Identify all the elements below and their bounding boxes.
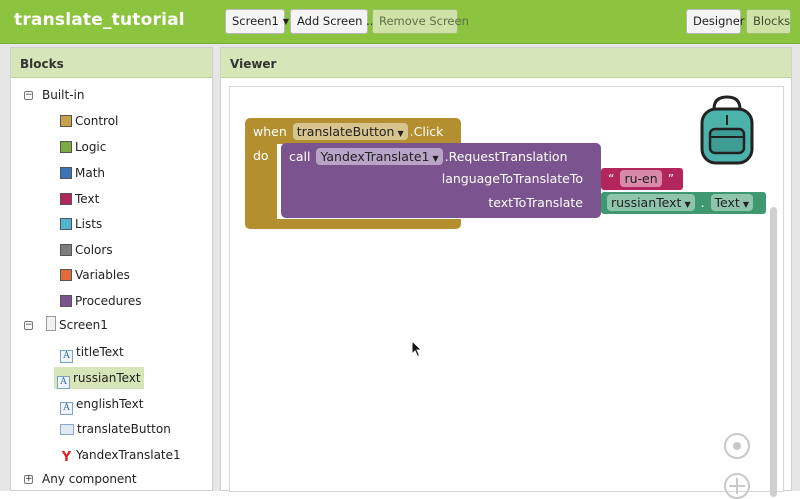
- text-block[interactable]: “ ru-en ”: [601, 168, 683, 190]
- builtin-item-label: Math: [75, 166, 106, 180]
- button-icon: [60, 424, 74, 435]
- component-item-label: titleText: [76, 345, 124, 359]
- builtin-item-label: Text: [75, 192, 100, 206]
- blocks-panel: Blocks − Built-in Control Logic Math Text Li…: [10, 47, 213, 491]
- drawer-color-swatch: [60, 193, 72, 205]
- builtin-item-colors[interactable]: Colors: [60, 239, 113, 261]
- builtin-item-logic[interactable]: Logic: [60, 136, 106, 158]
- viewer-panel-header: Viewer: [221, 48, 791, 78]
- component-item-translatebutton[interactable]: translateButton: [60, 418, 171, 440]
- getter-dot: .: [700, 195, 705, 210]
- component-item-label: translateButton: [77, 422, 171, 436]
- call-block[interactable]: call YandexTranslate1 ▼ .RequestTranslatio…: [281, 143, 601, 218]
- component-item-russiantext[interactable]: ArussianText: [54, 367, 144, 389]
- getter-block[interactable]: russianText ▼ . Text ▼: [601, 192, 766, 214]
- builtin-item-control[interactable]: Control: [60, 110, 118, 132]
- drawer-color-swatch: [60, 141, 72, 153]
- chevron-down-icon: ▼: [742, 200, 749, 209]
- open-quote: “: [608, 171, 615, 186]
- text-label-icon: A: [57, 376, 70, 389]
- event-name-label: .Click: [409, 124, 444, 139]
- project-title: translate_tutorial: [14, 10, 185, 30]
- component-item-label: englishText: [76, 397, 144, 411]
- builtin-item-procedures[interactable]: Procedures: [60, 290, 142, 312]
- recenter-icon[interactable]: [724, 433, 750, 459]
- zoom-in-icon[interactable]: [724, 473, 750, 499]
- component-item-label: russianText: [73, 371, 141, 385]
- builtin-item-label: Colors: [75, 243, 113, 257]
- close-quote: ”: [667, 171, 675, 186]
- top-toolbar: translate_tutorial Screen1 ▼ Add Screen .…: [0, 0, 800, 44]
- yandex-icon: Y: [61, 450, 72, 465]
- tree-builtin[interactable]: Built-in: [42, 84, 84, 106]
- builtin-item-label: Control: [75, 114, 119, 128]
- param-language-label: languageToTranslateTo: [441, 171, 583, 186]
- recenter-dot: [733, 442, 741, 450]
- builtin-item-label: Variables: [75, 268, 130, 282]
- text-label-icon: A: [60, 402, 73, 415]
- text-value-field[interactable]: ru-en: [620, 170, 662, 187]
- event-component-dropdown[interactable]: translateButton ▼: [292, 123, 408, 140]
- add-screen-button[interactable]: Add Screen ...: [290, 9, 377, 34]
- builtin-item-label: Lists: [75, 217, 103, 231]
- builtin-item-math[interactable]: Math: [60, 162, 105, 184]
- viewer-panel: Viewer when translateButton ▼ .Click do ca…: [220, 47, 792, 499]
- blocks-workspace[interactable]: when translateButton ▼ .Click do call Yand…: [229, 86, 784, 499]
- event-component-label: translateButton: [296, 124, 395, 139]
- workspace-scrollbar[interactable]: [770, 207, 777, 497]
- collapse-icon[interactable]: −: [24, 91, 33, 100]
- chevron-down-icon: ▼: [397, 129, 404, 138]
- param-text-label: textToTranslate: [488, 195, 583, 210]
- call-label: call: [289, 149, 311, 164]
- builtin-item-lists[interactable]: Lists: [60, 213, 102, 235]
- screen-select-dropdown[interactable]: Screen1 ▼: [225, 9, 289, 34]
- getter-property-label: Text: [714, 195, 740, 210]
- component-item-titletext[interactable]: AtitleText: [60, 341, 124, 363]
- drawer-color-swatch: [60, 295, 72, 307]
- builtin-item-label: Logic: [75, 140, 107, 154]
- mouse-cursor-icon: [411, 339, 423, 362]
- getter-component-label: russianText: [611, 195, 682, 210]
- getter-component-dropdown[interactable]: russianText ▼: [607, 194, 695, 211]
- screen-icon: [46, 316, 56, 331]
- screen1-label: Screen1: [59, 318, 108, 332]
- page-body: Blocks − Built-in Control Logic Math Text Li…: [0, 44, 800, 499]
- drawer-color-swatch: [60, 244, 72, 256]
- remove-screen-button[interactable]: Remove Screen: [372, 9, 469, 34]
- text-label-icon: A: [60, 350, 73, 363]
- call-method-label: .RequestTranslation: [444, 149, 568, 164]
- expand-icon[interactable]: +: [24, 475, 33, 484]
- blocks-button[interactable]: Blocks: [746, 9, 791, 34]
- component-item-yandextranslate1[interactable]: Y YandexTranslate1: [60, 444, 181, 466]
- builtin-item-text[interactable]: Text: [60, 188, 99, 210]
- screen-select-label: Screen1: [232, 14, 279, 28]
- builtin-item-label: Procedures: [75, 294, 142, 308]
- getter-property-dropdown[interactable]: Text ▼: [710, 194, 753, 211]
- zoom-in-horizontal: [729, 485, 745, 487]
- chevron-down-icon: ▼: [282, 17, 290, 26]
- event-when-label: when: [253, 124, 287, 139]
- builtin-item-variables[interactable]: Variables: [60, 264, 130, 286]
- tree-screen1[interactable]: Screen1: [46, 314, 108, 336]
- collapse-icon[interactable]: −: [24, 321, 33, 330]
- call-component-dropdown[interactable]: YandexTranslate1 ▼: [316, 148, 443, 165]
- drawer-color-swatch: [60, 269, 72, 281]
- chevron-down-icon: ▼: [684, 200, 691, 209]
- chevron-down-icon: ▼: [432, 154, 439, 163]
- tree-any-component[interactable]: Any component: [42, 468, 137, 490]
- drawer-color-swatch: [60, 167, 72, 179]
- backpack-icon[interactable]: [696, 95, 758, 165]
- designer-button[interactable]: Designer: [686, 9, 745, 34]
- drawer-color-swatch: [60, 218, 72, 230]
- component-item-englishtext[interactable]: AenglishText: [60, 393, 143, 415]
- blocks-panel-header: Blocks: [11, 48, 212, 78]
- call-component-label: YandexTranslate1: [320, 149, 430, 164]
- component-item-label: YandexTranslate1: [76, 448, 181, 462]
- event-do-label: do: [253, 148, 269, 163]
- drawer-color-swatch: [60, 115, 72, 127]
